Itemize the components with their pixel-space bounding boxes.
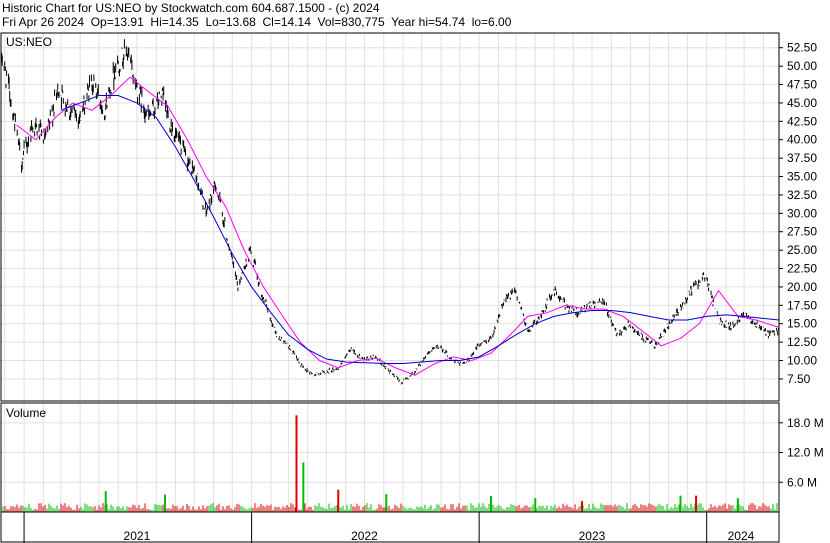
price-tick-label: 45.00 <box>787 96 817 110</box>
price-tick-label: 47.50 <box>787 78 817 92</box>
volume-bars <box>2 415 778 512</box>
price-tick-label: 42.50 <box>787 114 817 128</box>
x-tick-label: 2023 <box>579 529 606 543</box>
price-tick-label: 15.00 <box>787 317 817 331</box>
price-tick-label: 22.50 <box>787 262 817 276</box>
price-tick-label: 32.50 <box>787 188 817 202</box>
x-tick-label: 2022 <box>351 529 378 543</box>
price-tick-label: 35.00 <box>787 170 817 184</box>
volume-tick-label: 18.0 M <box>787 416 824 430</box>
stock-chart: 7.50 10.00 12.50 15.00 17.50 20.00 22.50 25.00 2… <box>0 32 824 543</box>
volume-tick-label: 12.0 M <box>787 446 824 460</box>
price-tick-label: 20.00 <box>787 280 817 294</box>
x-axis: 2021 2022 2023 2024 <box>23 512 755 543</box>
price-tick-label: 27.50 <box>787 225 817 239</box>
price-tick-label: 30.00 <box>787 206 817 220</box>
volume-grid <box>1 403 779 512</box>
price-tick-label: 17.50 <box>787 298 817 312</box>
x-axis-frame <box>0 511 780 543</box>
x-tick-label: 2021 <box>124 529 151 543</box>
price-tick-label: 40.00 <box>787 133 817 147</box>
volume-y-axis: 6.0 M 12.0 M 18.0 M <box>779 416 824 489</box>
price-tick-label: 50.00 <box>787 59 817 73</box>
price-tick-label: 25.00 <box>787 243 817 257</box>
price-tick-label: 7.50 <box>787 372 811 386</box>
price-y-axis: 7.50 10.00 12.50 15.00 17.50 20.00 22.50 25.00 2… <box>779 41 817 386</box>
price-panel-title: US:NEO <box>6 35 52 49</box>
price-tick-label: 37.50 <box>787 151 817 165</box>
price-tick-label: 10.00 <box>787 354 817 368</box>
volume-panel-title: Volume <box>6 406 46 420</box>
price-tick-label: 52.50 <box>787 41 817 55</box>
price-tick-label: 12.50 <box>787 335 817 349</box>
volume-tick-label: 6.0 M <box>787 475 817 489</box>
x-tick-label: 2024 <box>728 529 755 543</box>
